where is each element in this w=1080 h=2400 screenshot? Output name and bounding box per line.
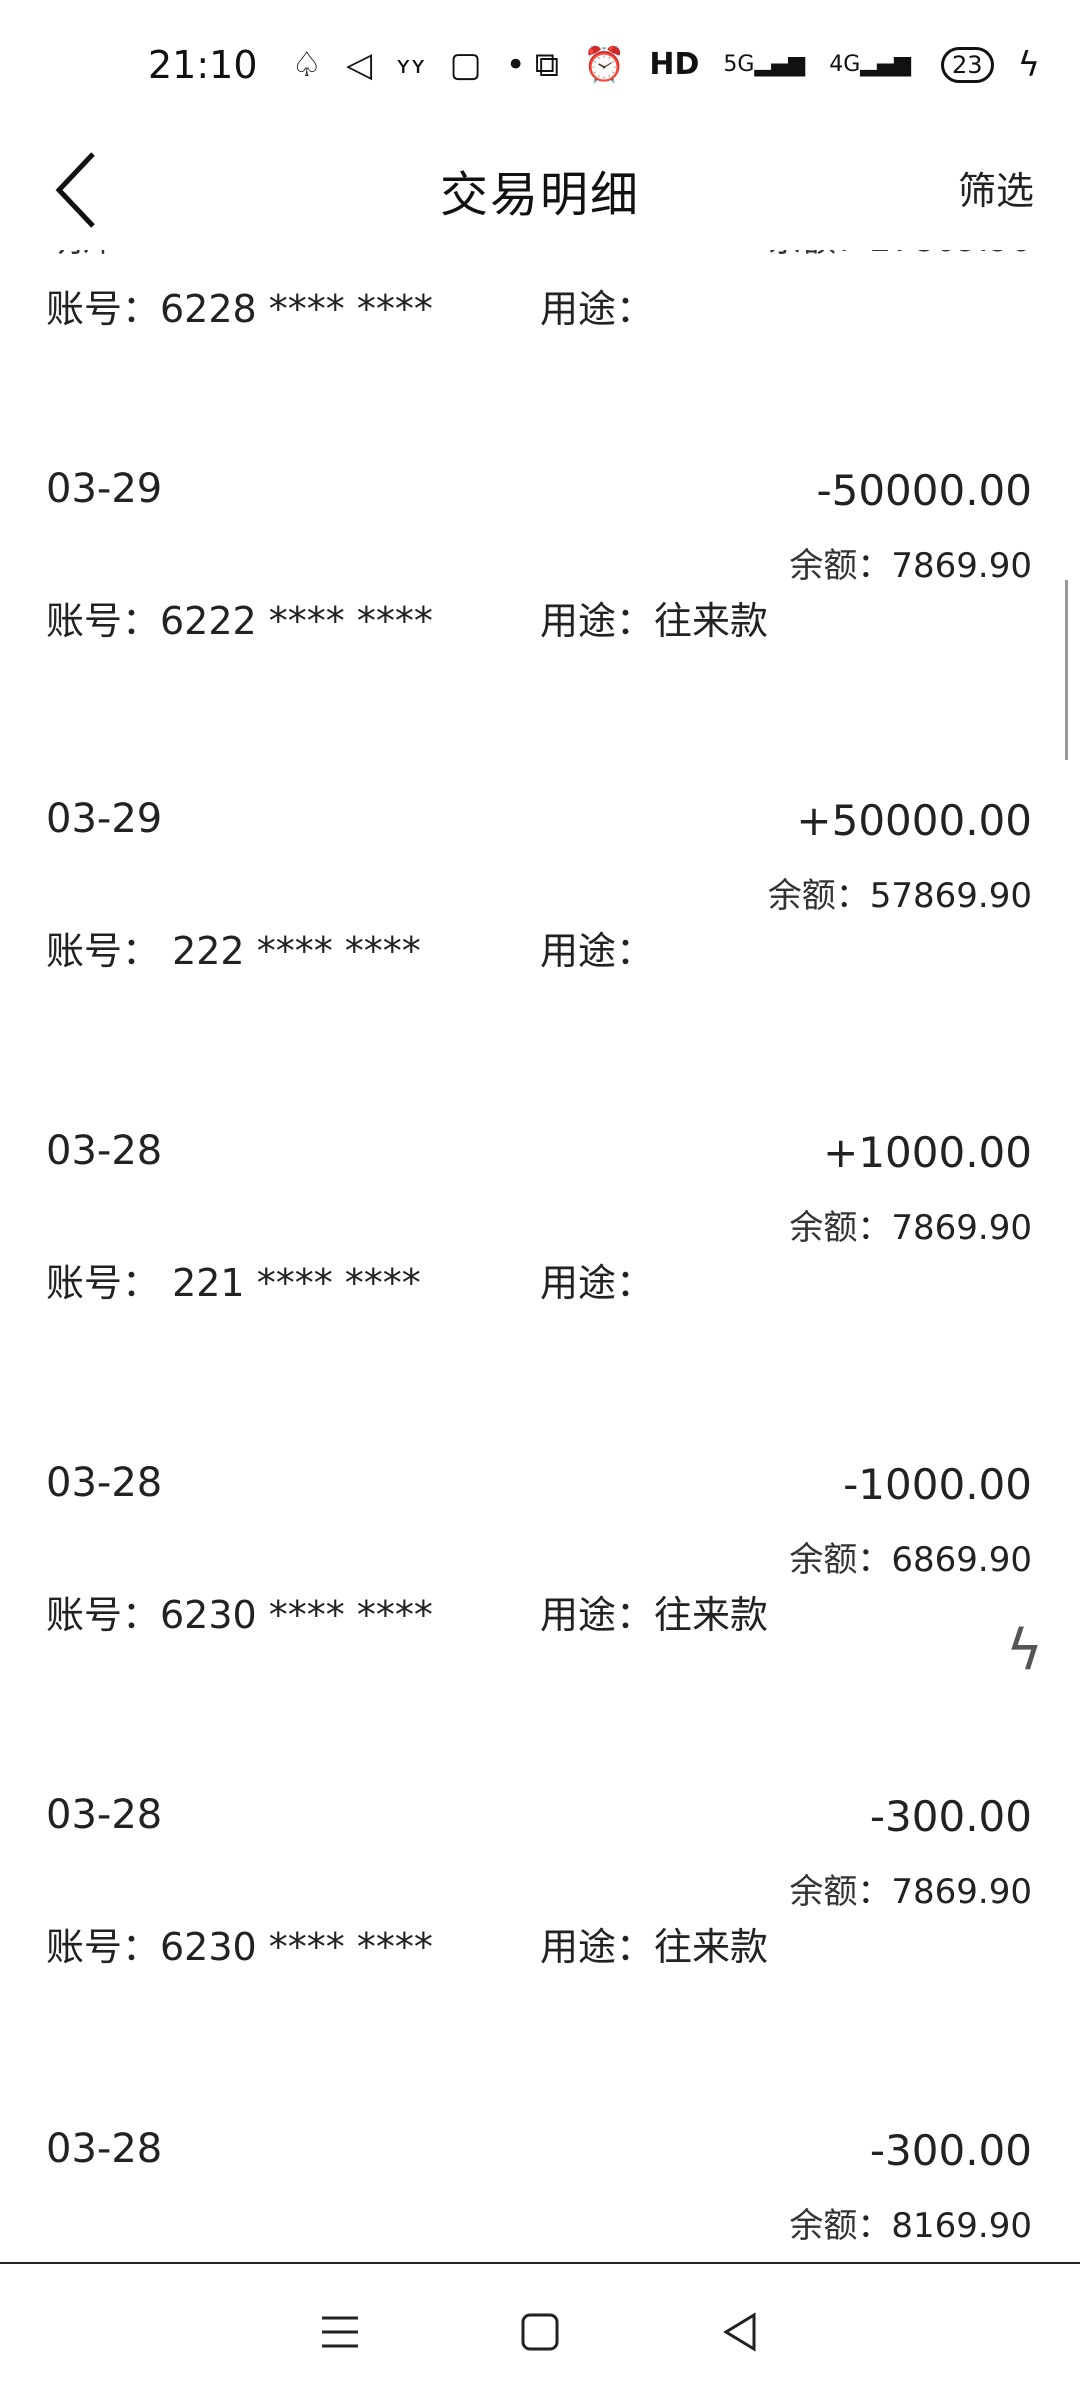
back-button[interactable] [26,140,126,240]
transaction-date: 03-28 [46,1128,163,1174]
app-icon: ▢ [449,45,482,85]
transaction-amount: -300.00 [869,2126,1032,2175]
status-time: 21:10 [148,43,258,87]
app-header: 交易明细 筛选 [0,130,1080,250]
transaction-date: 03-28 [46,1792,163,1838]
system-nav-bar [0,2264,1080,2400]
network-4g-label: 4G [829,52,861,77]
battery-indicator: 23 [941,47,994,83]
balance-value: 7869.90 [891,1208,1032,1248]
balance-label: 余额 [789,546,858,586]
home-icon [521,2313,559,2351]
system-back-button[interactable] [700,2292,780,2372]
charging-icon: ϟ [1017,45,1040,85]
counterparty-name: 明泽 [48,250,116,261]
network-5g-label: 5G [723,52,755,77]
dot-icon: • [505,45,526,85]
send-icon: ◁ [346,45,373,85]
account-number: 账号：6230 **** **** [46,1593,433,1637]
back-triangle-icon [723,2312,756,2352]
balance-value: 57869.90 [869,876,1032,916]
usage-text: 用途：往来款 [540,599,769,643]
transaction-date: 03-29 [46,466,163,512]
balance-label: 余额 [767,876,836,916]
menu-button[interactable] [300,2292,380,2372]
partial-transaction-top: 明泽 余额：27869.90 [0,250,1080,272]
balance-label: 余额 [789,2206,858,2240]
alarm-icon: ⏰ [583,45,626,85]
balance-line: 余额：57869.90 [767,876,1032,916]
partial-account-row: 账号：6228 **** **** 用途： [0,278,1080,338]
transaction-amount: -1000.00 [843,1460,1032,1509]
balance-value: 6869.90 [891,1540,1032,1580]
scrollbar[interactable] [1065,580,1068,760]
status-bar: 21:10 ♤ ◁ ʏʏ ▢ • ⧉ ⏰ HD 5G▂▄▆ 4G▂▄▆ 23 ϟ [0,0,1080,130]
transaction-item[interactable]: 03-28 -300.00 余额：7869.90 账号：6230 **** **… [0,1792,1080,2092]
account-number: 账号： 222 **** **** [46,929,421,973]
balance-text: 余额：27869.90 [768,250,1032,261]
transaction-list[interactable]: 明泽 余额：27869.90 账号：6228 **** **** 用途： 03-… [0,250,1080,2240]
transaction-amount: -50000.00 [816,466,1032,515]
transaction-item[interactable]: 03-29 +50000.00 余额：57869.90 账号： 222 ****… [0,796,1080,1096]
balance-label: 余额 [789,1872,858,1912]
transaction-amount: +50000.00 [796,796,1032,845]
balance-line: 余额：6869.90 [789,1540,1032,1580]
account-number: 账号：6230 **** **** [46,1925,433,1969]
balance-value: 7869.90 [891,546,1032,586]
chevron-left-icon [55,152,95,228]
account-number: 账号：6228 **** **** [46,287,433,331]
balance-line: 余额：8169.90 [789,2198,1032,2240]
transaction-item[interactable]: 03-28 -1000.00 余额：6869.90 账号：6230 **** *… [0,1460,1080,1760]
home-button[interactable] [500,2292,580,2372]
cast-icon: ⧉ [534,45,560,85]
5g-signal-icon: 5G▂▄▆ [723,52,806,77]
status-left: 21:10 ♤ ◁ ʏʏ ▢ • [148,43,526,87]
qq-icon: ♤ [291,45,322,85]
page-title: 交易明细 [439,167,640,223]
usage-text: 用途：往来款 [540,1925,769,1969]
menu-icon [322,2316,358,2348]
usage-text: 用途：往来款 [540,1593,769,1637]
transaction-item[interactable]: 03-29 -50000.00 余额：7869.90 账号：6222 **** … [0,466,1080,766]
hd-icon: HD [649,47,700,82]
lightning-icon[interactable]: ϟ [1006,1618,1066,1708]
transaction-amount: +1000.00 [823,1128,1032,1177]
transaction-date: 03-29 [46,796,163,842]
status-right: ⧉ ⏰ HD 5G▂▄▆ 4G▂▄▆ 23 ϟ [535,47,1040,83]
transaction-item[interactable]: 03-28 -300.00 余额：8169.90 [0,2126,1080,2240]
yy-icon: ʏʏ [396,51,426,79]
filter-button[interactable]: 筛选 [958,160,1034,215]
balance-line: 余额：7869.90 [789,1208,1032,1248]
balance-value: 7869.90 [891,1872,1032,1912]
balance-value: 8169.90 [891,2206,1032,2240]
balance-line: 余额：7869.90 [789,1872,1032,1912]
usage-text: 用途： [540,929,655,973]
transaction-date: 03-28 [46,1460,163,1506]
transaction-amount: -300.00 [869,1792,1032,1841]
4g-signal-icon: 4G▂▄▆ [829,52,912,77]
balance-line: 余额：7869.90 [789,546,1032,586]
balance-label: 余额 [789,1208,858,1248]
transaction-item[interactable]: 03-28 +1000.00 余额：7869.90 账号： 221 **** *… [0,1128,1080,1428]
account-number: 账号：6222 **** **** [46,599,433,643]
balance-label: 余额 [789,1540,858,1580]
usage-text: 用途： [540,287,655,331]
transaction-date: 03-28 [46,2126,163,2172]
usage-text: 用途： [540,1261,655,1305]
account-number: 账号： 221 **** **** [46,1261,421,1305]
